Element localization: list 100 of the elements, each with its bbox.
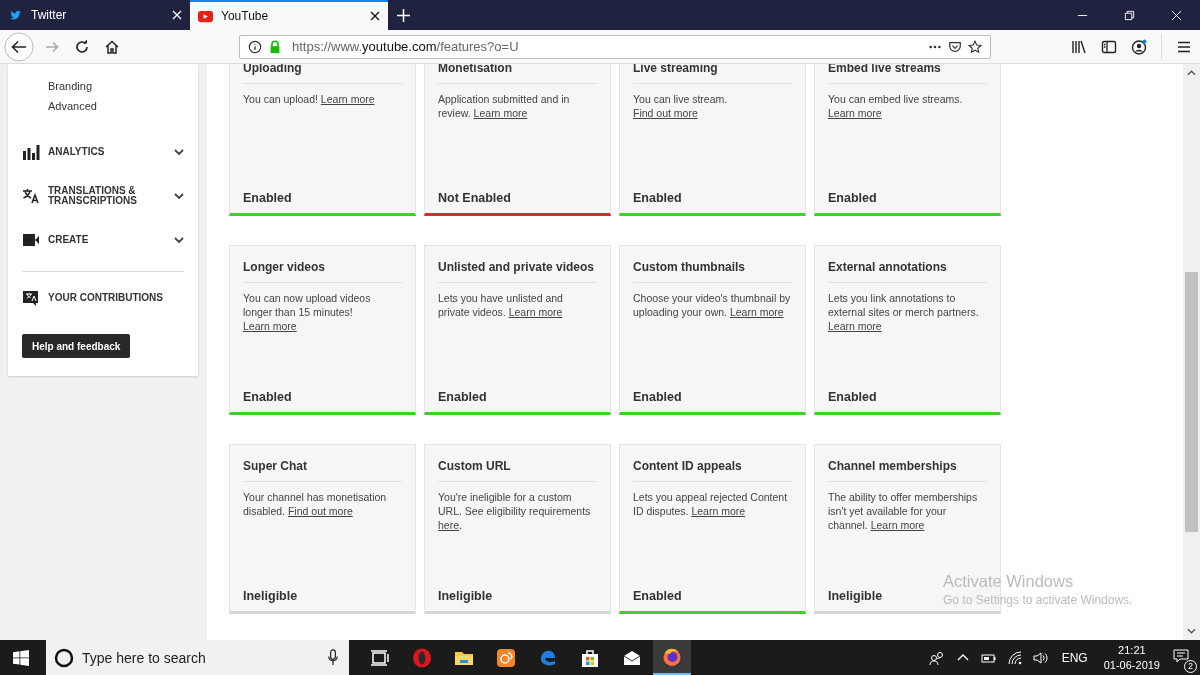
learn-more-link[interactable]: Find out more (287, 505, 353, 517)
new-tab-icon[interactable] (397, 8, 410, 22)
scroll-down-icon[interactable] (1187, 628, 1196, 634)
microphone-icon[interactable] (327, 649, 339, 666)
card-description: You can live stream. Find out more (633, 92, 729, 120)
translate-icon (22, 188, 40, 204)
translate-bubble-icon (22, 290, 40, 306)
status-text: Ineligible (243, 589, 298, 603)
help-button[interactable]: Help and feedback (22, 334, 131, 358)
camera-icon (22, 232, 40, 248)
firefox-icon (662, 646, 682, 667)
lock-icon (268, 39, 282, 54)
status-text: Enabled (633, 589, 682, 603)
card-description: Lets you have unlisted and private videos. Learn more (438, 291, 564, 319)
card-description: Your channel has monetisation disabled. Find out more (243, 490, 388, 518)
notification-icon[interactable] (1173, 647, 1189, 664)
status-text: Enabled (828, 390, 877, 404)
card-description: You can now upload videos longer than 15 minutes! Learn more (243, 291, 372, 333)
status-text: Enabled (438, 390, 487, 404)
address-bar[interactable]: https://www.youtube.com/features?o=U (239, 34, 991, 59)
sidebar-item[interactable]: TRANSLATIONS & TRANSCRIPTIONS (22, 174, 184, 218)
learn-more-link[interactable]: Learn more (870, 519, 925, 531)
card-description: Lets you link annotations to external sites or merch partners. Learn more (828, 291, 980, 333)
learn-more-link[interactable]: Learn more (729, 306, 784, 318)
home-icon[interactable] (104, 38, 120, 55)
status-text: Enabled (243, 191, 292, 205)
card-description: You can upload! Learn more (243, 92, 376, 106)
browser-tab[interactable]: Twitter (0, 0, 190, 30)
activation-title: Activate Windows (943, 572, 1075, 591)
opera-icon[interactable] (412, 647, 432, 668)
card-title: Uploading (243, 64, 303, 75)
info-icon (248, 39, 262, 54)
bar-chart-icon (22, 144, 40, 160)
card-title: Custom thumbnails (633, 260, 746, 274)
learn-more-link[interactable]: here (438, 519, 459, 531)
card-title: Content ID appeals (633, 459, 743, 473)
card-description: Lets you appeal rejected Content ID disputes. Learn more (633, 490, 789, 518)
sidebar-item[interactable]: CREATE (22, 218, 184, 262)
card-title: Custom URL (438, 459, 512, 473)
taskbar-search-field[interactable]: Type here to search (46, 640, 349, 675)
sidebar-link[interactable]: Advanced (48, 100, 184, 112)
back-icon[interactable] (4, 31, 34, 62)
status-text: Not Enabled (438, 191, 511, 205)
people-icon[interactable] (928, 649, 945, 666)
sidebar-icon[interactable] (1101, 38, 1117, 55)
card-title: Super Chat (243, 459, 308, 473)
task-view-icon[interactable] (370, 647, 390, 668)
url-text: https://www.youtube.com/features?o=U (292, 39, 519, 54)
learn-more-link[interactable]: Learn more (320, 93, 375, 105)
card-title: Channel memberships (828, 459, 958, 473)
card-description: Choose your video's thumbnail by uploading your own. Learn more (633, 291, 792, 319)
windows-start-icon[interactable] (13, 649, 29, 666)
pocket-icon[interactable] (948, 39, 962, 54)
sidebar-item[interactable]: ANALYTICS (22, 130, 184, 174)
status-text: Enabled (633, 191, 682, 205)
library-icon[interactable] (1071, 38, 1087, 55)
status-text: Ineligible (438, 589, 493, 603)
scroll-up-icon[interactable] (1187, 70, 1196, 76)
reload-icon[interactable] (74, 38, 90, 55)
learn-more-link[interactable]: Learn more (691, 505, 746, 517)
card-title: External annotations (828, 260, 948, 274)
status-text: Enabled (633, 390, 682, 404)
status-text: Enabled (828, 191, 877, 205)
card-title: Longer videos (243, 260, 326, 274)
wifi-icon[interactable] (1006, 649, 1023, 666)
status-text: Enabled (243, 390, 292, 404)
circle-icon (54, 647, 74, 668)
card-title: Monetisation (438, 64, 513, 75)
browser-tab[interactable]: YouTube (190, 0, 388, 30)
language-indicator[interactable]: ENG (1061, 650, 1088, 665)
learn-more-link[interactable]: Find out more (633, 107, 698, 119)
card-description: You're ineligible for a custom URL. See eligibility requirements here. (438, 490, 592, 532)
account-icon[interactable] (1131, 38, 1147, 55)
star-icon[interactable] (968, 39, 982, 54)
clock-date[interactable]: 01-06-2019 (1103, 659, 1160, 671)
sidebar-item[interactable]: YOUR CONTRIBUTIONS (22, 276, 184, 320)
play-icon (198, 9, 213, 23)
card-title: Unlisted and private videos (438, 260, 596, 274)
speaker-icon[interactable] (1032, 649, 1049, 666)
activation-subtitle: Go to Settings to activate Windows. (943, 593, 1133, 607)
status-text: Ineligible (828, 589, 883, 603)
card-title: Live streaming (633, 64, 719, 75)
learn-more-link[interactable]: Learn more (473, 107, 528, 119)
restore-icon[interactable] (1124, 9, 1135, 21)
close-icon[interactable] (370, 11, 380, 21)
card-title: Embed live streams (828, 64, 942, 75)
sidebar-link[interactable]: Branding (48, 80, 184, 92)
notification-count: 2 (1184, 659, 1197, 673)
learn-more-link[interactable]: Learn more (828, 107, 882, 119)
clock-time[interactable]: 21:21 (1118, 644, 1146, 656)
card-description: Application submitted and in review. Learn more (438, 92, 571, 120)
store-icon[interactable] (580, 647, 600, 668)
card-description: The ability to offer memberships isn't yet available for your channel. Learn more (828, 490, 979, 532)
bird-icon (8, 8, 23, 22)
learn-more-link[interactable]: Learn more (508, 306, 563, 318)
search-input[interactable]: Type here to search (80, 648, 321, 667)
card-description: You can embed live streams. Learn more (828, 92, 964, 120)
learn-more-link[interactable]: Learn more (243, 320, 297, 332)
taskbar-app[interactable] (653, 640, 691, 675)
learn-more-link[interactable]: Learn more (828, 320, 882, 332)
